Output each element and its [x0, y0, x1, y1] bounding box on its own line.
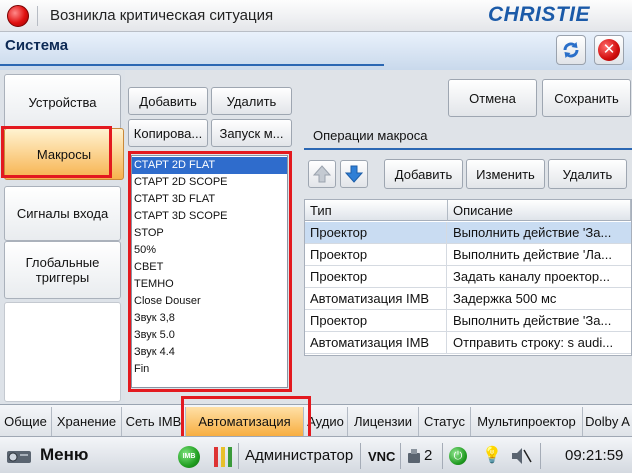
- tab-input-signals[interactable]: Сигналы входа: [4, 186, 121, 241]
- tab-audio[interactable]: Аудио: [304, 407, 348, 437]
- speaker-muted-icon: [512, 448, 532, 464]
- taskbar-separator: [360, 443, 361, 469]
- tab-macros[interactable]: Макросы: [4, 128, 124, 180]
- tab-status[interactable]: Статус: [419, 407, 471, 437]
- taskbar-separator: [238, 443, 239, 469]
- sessions-icon: [408, 449, 420, 463]
- list-item[interactable]: Fin: [132, 361, 287, 378]
- speaker-icon[interactable]: [510, 446, 532, 466]
- add-operation-button[interactable]: Добавить: [384, 159, 463, 189]
- operations-table: Тип Описание Проектор Выполнить действие…: [304, 199, 632, 356]
- list-item[interactable]: STOP: [132, 225, 287, 242]
- refresh-icon: [563, 42, 579, 58]
- table-cell-description: Задержка 500 мс: [453, 291, 557, 306]
- list-item[interactable]: 50%: [132, 242, 287, 259]
- move-up-button[interactable]: [308, 160, 336, 188]
- operations-label: Операции макроса: [313, 128, 428, 143]
- vnc-indicator[interactable]: VNC: [368, 449, 395, 464]
- lightbulb-icon[interactable]: 💡: [482, 445, 502, 465]
- tab-licenses[interactable]: Лицензии: [348, 407, 419, 437]
- list-item[interactable]: СТАРТ 2D FLAT: [132, 157, 287, 174]
- edit-operation-button[interactable]: Изменить: [466, 159, 545, 189]
- list-item[interactable]: СТАРТ 3D FLAT: [132, 191, 287, 208]
- list-item[interactable]: Close Douser: [132, 293, 287, 310]
- table-row[interactable]: Проектор Выполнить действие 'За...: [305, 222, 631, 244]
- save-button[interactable]: Сохранить: [542, 79, 631, 117]
- table-cell-type: Проектор: [305, 266, 447, 287]
- projector-icon: [7, 451, 31, 463]
- imb-status-badge: IMB: [178, 446, 200, 468]
- column-header-type[interactable]: Тип: [305, 200, 448, 221]
- taskbar-separator: [442, 443, 443, 469]
- table-cell-description: Выполнить действие 'Ла...: [453, 247, 612, 262]
- refresh-button[interactable]: [556, 35, 586, 65]
- column-header-description[interactable]: Описание: [448, 200, 631, 221]
- imb-badge-label: IMB: [182, 453, 196, 460]
- bottom-tab-bar: Общие Хранение Сеть IMB Автоматизация Ау…: [0, 404, 632, 437]
- table-cell-type: Проектор: [305, 244, 447, 265]
- tab-devices[interactable]: Устройства: [4, 74, 121, 130]
- delete-operation-button[interactable]: Удалить: [548, 159, 627, 189]
- signal-meter-icon: [214, 447, 232, 467]
- cancel-button[interactable]: Отмена: [448, 79, 537, 117]
- menu-button[interactable]: Меню: [40, 445, 88, 465]
- tab-imb-network[interactable]: Сеть IMB: [122, 407, 186, 437]
- page-title: Система: [5, 37, 69, 54]
- add-macro-button[interactable]: Добавить: [128, 87, 208, 115]
- tab-general[interactable]: Общие: [0, 407, 52, 437]
- table-cell-type: Проектор: [305, 310, 447, 331]
- table-cell-description: Отправить строку: s audi...: [453, 335, 614, 350]
- tab-dolby[interactable]: Dolby A: [583, 407, 632, 437]
- tab-global-triggers[interactable]: Глобальные триггеры: [4, 241, 121, 299]
- header-underline: [0, 64, 384, 66]
- table-cell-description: Выполнить действие 'За...: [453, 225, 612, 240]
- table-cell-type: Проектор: [305, 222, 447, 243]
- list-item[interactable]: СВЕТ: [132, 259, 287, 276]
- table-cell-type: Автоматизация IMB: [305, 288, 447, 309]
- power-icon[interactable]: ⏻: [449, 447, 467, 465]
- list-item[interactable]: Звук 5.0: [132, 327, 287, 344]
- clock: 09:21:59: [565, 447, 624, 464]
- user-role[interactable]: Администратор: [245, 447, 353, 464]
- tab-area-filler: [4, 302, 121, 402]
- taskbar-separator: [540, 443, 541, 469]
- session-count: 2: [424, 447, 433, 464]
- christie-logo: CHRISTIE: [488, 3, 591, 26]
- arrow-up-icon: [312, 165, 332, 183]
- close-icon: ✕: [598, 39, 620, 61]
- window-title: Возникла критическая ситуация: [50, 7, 274, 24]
- tab-storage[interactable]: Хранение: [52, 407, 122, 437]
- table-cell-description: Выполнить действие 'За...: [453, 313, 612, 328]
- list-item[interactable]: Звук 3,8: [132, 310, 287, 327]
- tab-automation[interactable]: Автоматизация: [186, 407, 304, 437]
- table-row[interactable]: Проектор Выполнить действие 'За...: [305, 310, 631, 332]
- arrow-down-icon: [344, 165, 364, 183]
- copy-macro-button[interactable]: Копирова...: [128, 119, 208, 147]
- list-item[interactable]: СТАРТ 3D SCOPE: [132, 208, 287, 225]
- close-button[interactable]: ✕: [594, 35, 624, 65]
- list-item[interactable]: ТЕМНО: [132, 276, 287, 293]
- table-cell-description: Задать каналу проектор...: [453, 269, 610, 284]
- list-item[interactable]: СТАРТ 2D SCOPE: [132, 174, 287, 191]
- table-cell-type: Автоматизация IMB: [305, 332, 447, 353]
- table-row[interactable]: Проектор Задать каналу проектор...: [305, 266, 631, 288]
- delete-macro-button[interactable]: Удалить: [211, 87, 292, 115]
- list-item[interactable]: Звук 4.4: [132, 344, 287, 361]
- table-row[interactable]: Проектор Выполнить действие 'Ла...: [305, 244, 631, 266]
- taskbar: Меню IMB Администратор VNC 2 ⏻ 💡 09:21:5…: [0, 436, 632, 473]
- move-down-button[interactable]: [340, 160, 368, 188]
- operations-underline: [304, 148, 632, 150]
- run-macro-button[interactable]: Запуск м...: [211, 119, 292, 147]
- table-row[interactable]: Автоматизация IMB Отправить строку: s au…: [305, 332, 631, 354]
- taskbar-separator: [400, 443, 401, 469]
- title-separator: [37, 6, 38, 26]
- table-row[interactable]: Автоматизация IMB Задержка 500 мс: [305, 288, 631, 310]
- alert-dot-icon[interactable]: [7, 5, 29, 27]
- tab-multiprojector[interactable]: Мультипроектор: [471, 407, 583, 437]
- macro-list[interactable]: СТАРТ 2D FLAT СТАРТ 2D SCOPE СТАРТ 3D FL…: [131, 155, 288, 388]
